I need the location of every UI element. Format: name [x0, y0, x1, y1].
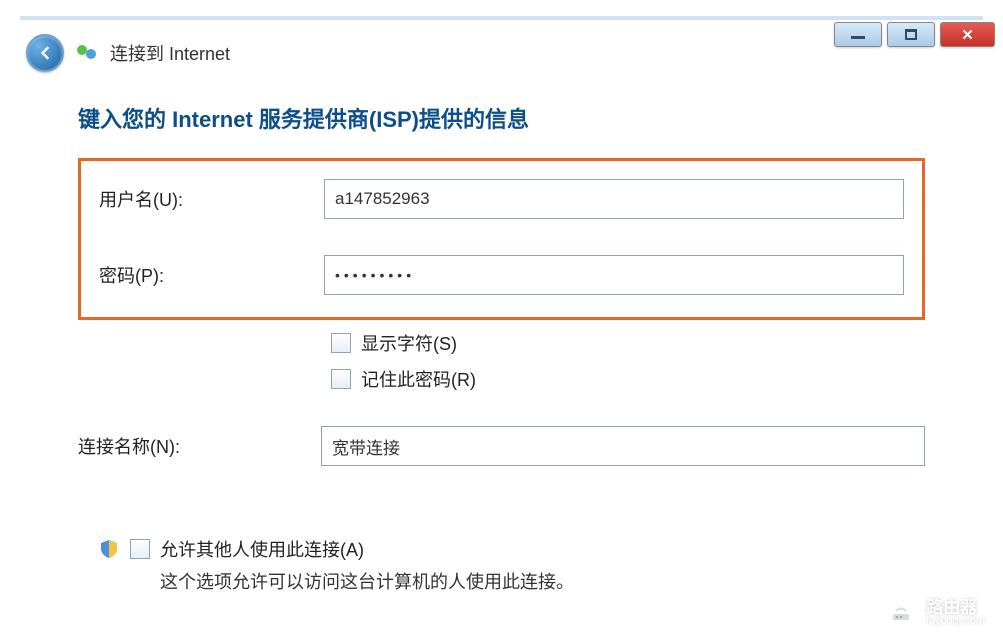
- watermark-name: 路由器: [926, 599, 985, 616]
- allow-others-note: 这个选项允许可以访问这台计算机的人使用此连接。: [160, 568, 925, 594]
- watermark-url: luyouqi.com: [926, 616, 985, 627]
- password-input[interactable]: [324, 255, 904, 295]
- window-title: 连接到 Internet: [110, 40, 230, 66]
- network-icon: [76, 42, 98, 64]
- router-icon: [884, 596, 918, 630]
- show-characters-checkbox[interactable]: [331, 333, 351, 353]
- username-label: 用户名(U):: [99, 186, 314, 212]
- back-button[interactable]: [26, 34, 64, 72]
- watermark: 路由器 luyouqi.com: [884, 596, 985, 630]
- connection-name-input[interactable]: [321, 426, 925, 466]
- page-heading: 键入您的 Internet 服务提供商(ISP)提供的信息: [78, 102, 925, 134]
- arrow-left-icon: [35, 43, 55, 63]
- password-label: 密码(P):: [99, 262, 314, 288]
- allow-others-checkbox[interactable]: [130, 539, 150, 559]
- username-input[interactable]: [324, 179, 904, 219]
- shield-icon: [98, 538, 120, 560]
- allow-others-label: 允许其他人使用此连接(A): [160, 536, 364, 562]
- highlight-box: 用户名(U): 密码(P):: [78, 158, 925, 320]
- remember-password-label: 记住此密码(R): [361, 366, 476, 392]
- show-characters-label: 显示字符(S): [361, 330, 457, 356]
- remember-password-checkbox[interactable]: [331, 369, 351, 389]
- connection-name-label: 连接名称(N):: [78, 433, 311, 459]
